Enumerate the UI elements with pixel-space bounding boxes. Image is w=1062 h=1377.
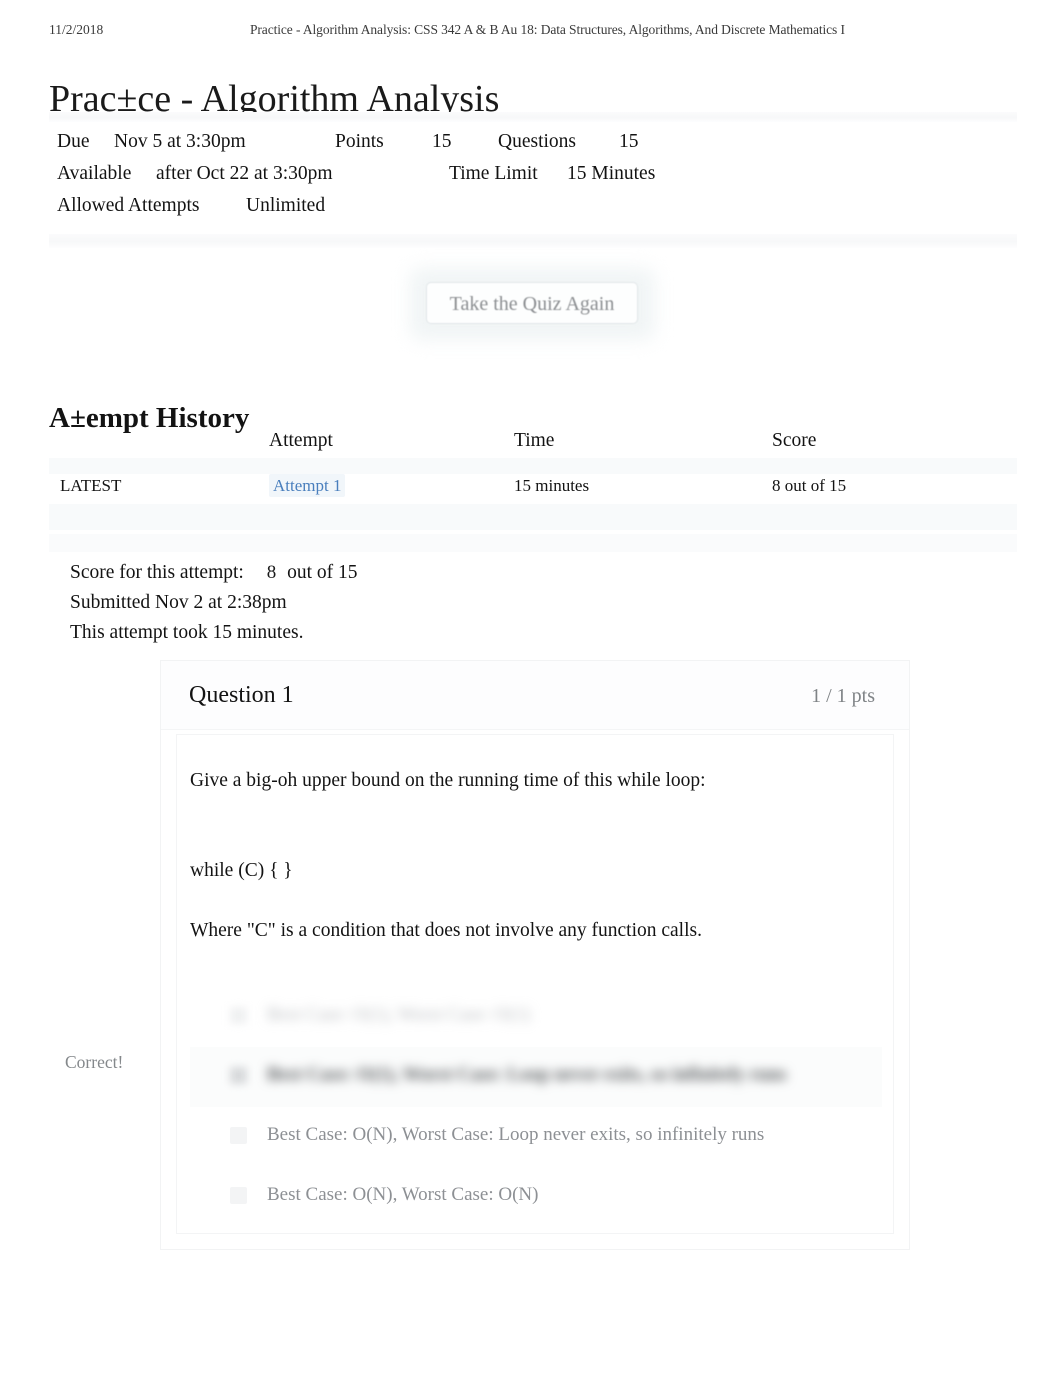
- allowed-attempts-label: Allowed Attempts: [57, 195, 200, 216]
- answer-option-4-text: Best Case: O(N), Worst Case: O(N): [267, 1184, 539, 1205]
- attempt-link-cell: Attempt 1: [269, 474, 346, 497]
- column-header-time: Time: [514, 430, 555, 451]
- take-quiz-again-button[interactable]: Take the Quiz Again: [426, 282, 638, 324]
- details-top-divider: [49, 112, 1017, 122]
- radio-marker-icon[interactable]: [230, 1007, 247, 1024]
- question-points: 1 / 1 pts: [811, 685, 875, 707]
- question-prompt-line-1: Give a big-oh upper bound on the running…: [190, 770, 706, 791]
- answer-option-2[interactable]: Best Case: O(1), Worst Case: Loop never …: [190, 1047, 882, 1107]
- due-label: Due: [57, 131, 90, 152]
- score-for-attempt-label: Score for this attempt:: [70, 562, 244, 583]
- answer-option-1[interactable]: Best Case: O(1), Worst Case: O(1): [190, 987, 882, 1047]
- answer-option-2-text: Best Case: O(1), Worst Case: Loop never …: [267, 1064, 787, 1085]
- attempt-summary: Score for this attempt: 8 out of 15 Subm…: [70, 558, 358, 648]
- question-header: Question 1 1 / 1 pts: [161, 661, 909, 730]
- due-value: Nov 5 at 3:30pm: [114, 131, 246, 152]
- available-value: after Oct 22 at 3:30pm: [156, 163, 333, 184]
- radio-marker-icon[interactable]: [230, 1187, 247, 1204]
- column-header-attempt: Attempt: [269, 430, 333, 451]
- table-divider-bottom: [49, 504, 1017, 530]
- print-header: 11/2/2018 Practice - Algorithm Analysis:…: [0, 22, 1062, 42]
- answer-option-4[interactable]: Best Case: O(N), Worst Case: O(N): [190, 1167, 882, 1227]
- question-prompt-line-3: Where "C" is a condition that does not i…: [190, 920, 702, 941]
- print-course-title: Practice - Algorithm Analysis: CSS 342 A…: [250, 22, 845, 37]
- attempt-history-table: Attempt Time Score LATEST Attempt 1 15 m…: [49, 430, 1017, 552]
- duration-line: This attempt took 15 minutes.: [70, 622, 304, 643]
- question-title: Question 1: [189, 682, 294, 708]
- row-score-value: 8 out of 15: [772, 476, 847, 495]
- questions-value: 15: [619, 131, 639, 152]
- points-label: Points: [335, 131, 384, 152]
- time-limit-value: 15 Minutes: [567, 163, 656, 184]
- attempt-1-link[interactable]: Attempt 1: [269, 474, 346, 497]
- submitted-line: Submitted Nov 2 at 2:38pm: [70, 592, 287, 613]
- allowed-attempts-value: Unlimited: [246, 195, 326, 216]
- radio-marker-icon[interactable]: [230, 1127, 247, 1144]
- points-value: 15: [432, 131, 452, 152]
- answer-options-list: Best Case: O(1), Worst Case: O(1) Best C…: [190, 987, 882, 1227]
- table-footer-band: [49, 534, 1017, 552]
- question-body: Give a big-oh upper bound on the running…: [176, 734, 894, 1234]
- column-header-score: Score: [772, 430, 817, 451]
- answer-option-3-text: Best Case: O(N), Worst Case: Loop never …: [267, 1124, 765, 1145]
- question-code-snippet: while (C) { }: [190, 860, 293, 881]
- row-time-value: 15 minutes: [514, 476, 590, 495]
- question-container: Question 1 1 / 1 pts Give a big-oh upper…: [160, 660, 910, 1250]
- table-row: LATEST Attempt 1 15 minutes 8 out of 15: [49, 468, 1017, 506]
- radio-marker-icon[interactable]: [230, 1067, 247, 1084]
- correct-answer-label: Correct!: [65, 1052, 124, 1072]
- time-limit-label: Time Limit: [449, 163, 538, 184]
- retake-quiz-area: Take the Quiz Again: [410, 268, 655, 340]
- score-for-attempt-suffix: out of 15: [287, 562, 358, 583]
- row-latest-marker: LATEST: [60, 476, 122, 495]
- score-for-attempt-value: 8: [266, 562, 277, 583]
- score-for-attempt-line: Score for this attempt: 8 out of 15: [70, 558, 358, 588]
- answer-option-3[interactable]: Best Case: O(N), Worst Case: Loop never …: [190, 1107, 882, 1167]
- questions-label: Questions: [498, 131, 576, 152]
- available-label: Available: [57, 163, 132, 184]
- answer-option-1-text: Best Case: O(1), Worst Case: O(1): [267, 1004, 531, 1025]
- details-bottom-divider: [49, 234, 1017, 248]
- print-date: 11/2/2018: [49, 22, 104, 37]
